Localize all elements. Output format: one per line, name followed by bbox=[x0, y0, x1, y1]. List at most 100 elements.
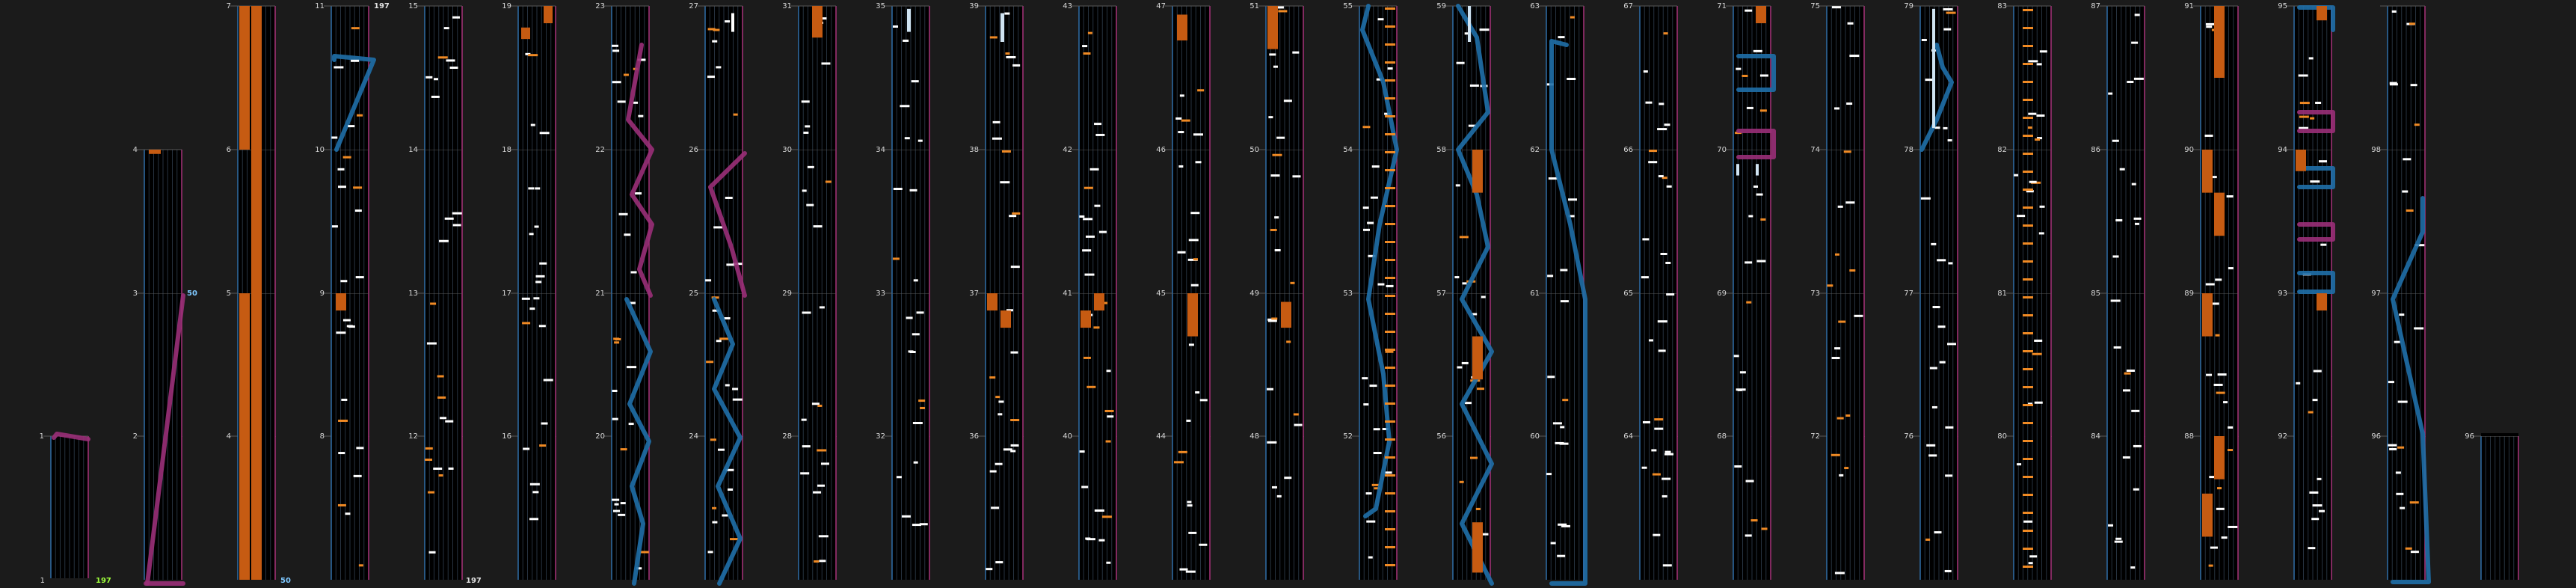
measure-number: 64 bbox=[1623, 432, 1633, 441]
tap-note bbox=[1943, 7, 1953, 10]
tap-note bbox=[1742, 74, 1748, 77]
hold-note bbox=[251, 293, 262, 437]
measure-lane bbox=[698, 5, 743, 150]
measure-number: 22 bbox=[595, 146, 605, 154]
tap-note bbox=[338, 452, 345, 455]
tap-note bbox=[1455, 184, 1460, 187]
tap-note bbox=[1270, 174, 1280, 177]
tap-note bbox=[1753, 49, 1762, 52]
hold-note bbox=[1000, 310, 1011, 328]
tap-note bbox=[1385, 546, 1395, 548]
tap-note bbox=[1847, 22, 1854, 25]
tap-note bbox=[1188, 531, 1197, 534]
tap-note bbox=[725, 20, 731, 23]
hold-note bbox=[2202, 493, 2213, 537]
measure-number: 8 bbox=[320, 432, 325, 441]
tap-note bbox=[2216, 391, 2225, 394]
tap-note bbox=[351, 59, 360, 62]
tap-note bbox=[1662, 564, 1672, 567]
tap-note bbox=[1476, 388, 1484, 391]
measure-number: 92 bbox=[2278, 432, 2287, 441]
tap-note bbox=[1082, 45, 1088, 48]
tap-note bbox=[2112, 255, 2119, 258]
tap-note bbox=[1849, 269, 1856, 272]
measure-number: 10 bbox=[315, 146, 325, 154]
tap-note bbox=[342, 319, 351, 322]
measure-number: 94 bbox=[2278, 146, 2287, 154]
tap-note bbox=[426, 342, 437, 345]
tap-note bbox=[535, 275, 545, 278]
measure-number: 53 bbox=[1343, 290, 1353, 298]
tap-note bbox=[627, 366, 637, 369]
tap-note bbox=[802, 445, 811, 448]
measure-lane bbox=[1819, 435, 1865, 580]
tap-note bbox=[1385, 471, 1392, 474]
measure-number: 35 bbox=[876, 2, 885, 10]
tap-note bbox=[912, 421, 923, 424]
tap-note bbox=[1475, 507, 1481, 510]
measure-number: 21 bbox=[595, 290, 605, 298]
tap-note bbox=[2221, 536, 2228, 539]
measure-number: 33 bbox=[876, 290, 885, 298]
tap-note bbox=[438, 239, 449, 242]
tap-note bbox=[1178, 165, 1184, 168]
tap-note bbox=[2310, 117, 2315, 120]
tap-note bbox=[612, 44, 619, 47]
measure-lane bbox=[1913, 293, 1958, 437]
tap-note bbox=[1665, 261, 1671, 264]
tap-note bbox=[989, 36, 997, 39]
measure-number: 2 bbox=[133, 432, 138, 441]
chart-view[interactable]: 1 2 3 4 4 5 6 7 8 9 10 11 12 13 14 15 16 17 18 19 20 21 22 23 24… bbox=[0, 0, 2576, 588]
measure-number: 93 bbox=[2278, 290, 2287, 298]
tap-note bbox=[2309, 491, 2319, 494]
tap-note bbox=[1745, 534, 1752, 537]
tap-note bbox=[2223, 401, 2228, 404]
tap-note bbox=[2395, 471, 2401, 474]
tap-note bbox=[1839, 474, 1844, 477]
tap-note bbox=[2028, 562, 2033, 565]
tap-note bbox=[1745, 9, 1753, 12]
tap-note bbox=[428, 491, 435, 494]
measure-number: 23 bbox=[595, 2, 605, 10]
tap-note bbox=[728, 488, 734, 491]
tap-note bbox=[893, 188, 903, 191]
tap-note bbox=[1387, 67, 1393, 70]
tap-note bbox=[1756, 193, 1763, 196]
tap-note bbox=[2405, 547, 2412, 550]
tap-note bbox=[2397, 446, 2405, 449]
chart-canvas[interactable]: 1 234456789101112131415161718192021222324… bbox=[0, 0, 2576, 588]
tap-note bbox=[2023, 153, 2033, 155]
tap-note bbox=[803, 131, 809, 134]
measure-number: 11 bbox=[315, 2, 325, 10]
tap-note bbox=[2206, 25, 2213, 28]
measure-number: 75 bbox=[1810, 2, 1820, 10]
tap-note bbox=[2388, 381, 2394, 384]
tap-note bbox=[806, 203, 814, 206]
measure-number: 80 bbox=[1997, 432, 2007, 441]
tap-note bbox=[2228, 525, 2238, 528]
tap-note bbox=[351, 27, 360, 30]
tap-note bbox=[913, 461, 918, 464]
measure-number: 16 bbox=[502, 432, 511, 441]
tap-note bbox=[1469, 84, 1479, 87]
measure-number: 20 bbox=[595, 432, 605, 441]
measure-number: 78 bbox=[1904, 146, 1913, 154]
tap-note bbox=[1385, 205, 1395, 207]
tap-note bbox=[1271, 486, 1277, 489]
tap-note bbox=[1934, 531, 1942, 534]
hold-note bbox=[1736, 164, 1739, 176]
hold-note bbox=[2214, 436, 2225, 480]
tap-note bbox=[433, 78, 438, 81]
tap-note bbox=[904, 137, 910, 140]
tap-note bbox=[1199, 543, 1208, 546]
measure-lane bbox=[1072, 293, 1117, 437]
hold-note bbox=[2317, 6, 2327, 21]
measure-lane bbox=[1632, 5, 1678, 150]
tap-note bbox=[1268, 116, 1273, 119]
tap-note bbox=[2023, 440, 2033, 442]
tap-note bbox=[449, 66, 458, 69]
tap-note bbox=[1641, 466, 1647, 469]
measure-lane bbox=[978, 435, 1024, 580]
tap-note bbox=[1756, 260, 1766, 263]
hold-note bbox=[1267, 6, 1278, 49]
